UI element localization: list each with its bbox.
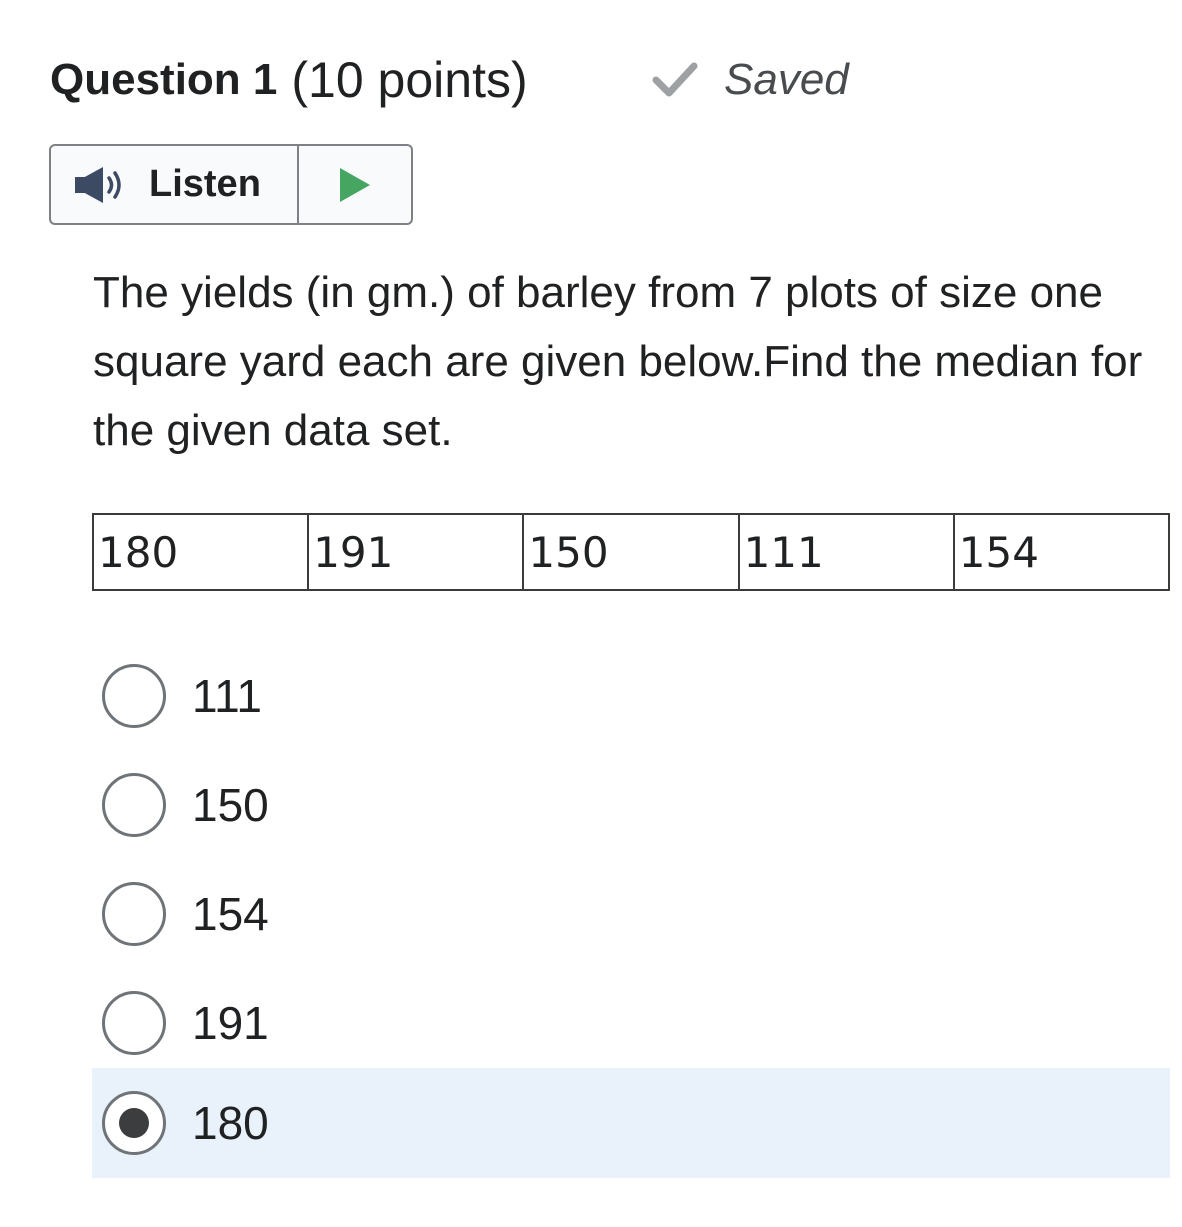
radio-button[interactable] xyxy=(102,881,166,946)
speaker-icon xyxy=(73,165,127,205)
saved-status: Saved xyxy=(652,40,849,120)
question-title: Question 1 xyxy=(50,55,278,104)
option-label: 191 xyxy=(192,996,269,1049)
data-table: 180 191 150 111 154 xyxy=(91,513,1171,591)
table-cell: 154 xyxy=(952,513,1171,591)
answer-option[interactable]: 111 xyxy=(92,641,1170,750)
question-header: Question 1 (10 points) xyxy=(50,40,528,120)
answer-option-selected[interactable]: 180 xyxy=(92,1068,1170,1178)
table-cell: 111 xyxy=(737,513,955,591)
listen-label: Listen xyxy=(149,163,261,205)
listen-toolbar: Listen xyxy=(49,144,413,225)
table-cell: 180 xyxy=(91,513,310,591)
table-row: 180 191 150 111 154 xyxy=(91,513,1171,591)
radio-dot xyxy=(119,1108,149,1138)
saved-text: Saved xyxy=(724,55,849,104)
question-text: The yields (in gm.) of barley from 7 plo… xyxy=(93,268,1143,455)
radio-button[interactable] xyxy=(102,663,166,728)
answer-option[interactable]: 150 xyxy=(92,750,1170,859)
radio-button[interactable] xyxy=(102,990,166,1055)
option-label: 111 xyxy=(192,669,262,722)
radio-button-selected[interactable] xyxy=(102,1091,166,1155)
option-label: 154 xyxy=(192,887,269,940)
question-points: (10 points) xyxy=(291,52,528,108)
table-cell: 191 xyxy=(307,513,525,591)
listen-button[interactable]: Listen xyxy=(51,146,299,223)
play-button[interactable] xyxy=(299,146,411,223)
answer-option[interactable]: 154 xyxy=(92,859,1170,968)
answer-option[interactable]: 191 xyxy=(92,968,1170,1077)
option-label: 180 xyxy=(192,1097,269,1149)
option-label: 150 xyxy=(192,778,269,831)
check-icon xyxy=(652,60,698,100)
play-icon xyxy=(338,166,372,204)
table-cell: 150 xyxy=(522,513,740,591)
radio-button[interactable] xyxy=(102,772,166,837)
